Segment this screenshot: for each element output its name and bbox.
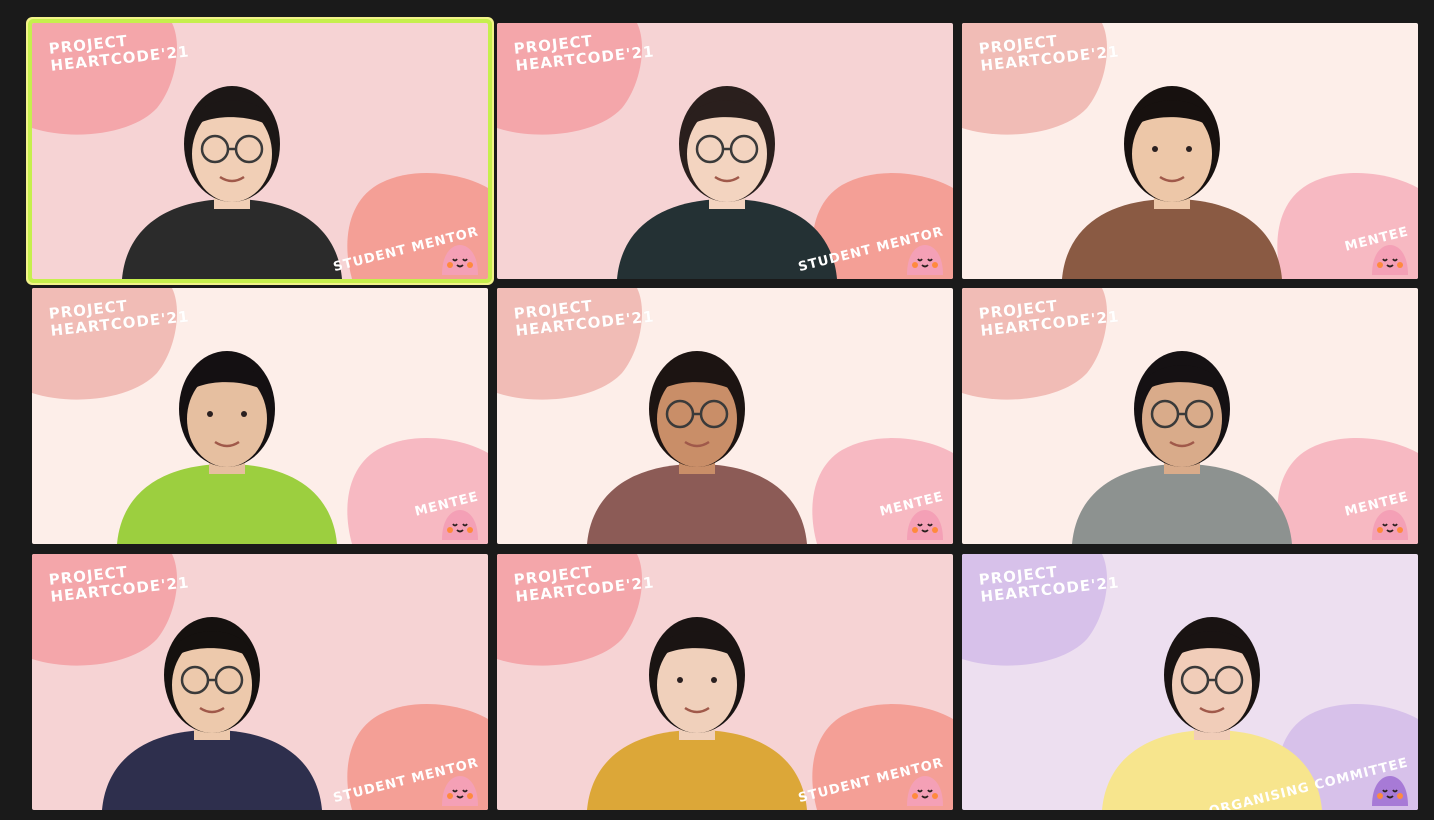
participant-tile[interactable]: PROJECT HEARTCODE'21 STUDENT MENTOR — [497, 23, 953, 279]
participant-tile[interactable]: PROJECT HEARTCODE'21 STUDENT MENTOR — [32, 23, 488, 279]
participant-video — [1102, 617, 1322, 810]
participant-video — [587, 351, 807, 544]
video-grid: PROJECT HEARTCODE'21 STUDENT MENTOR PROJECT… — [32, 23, 1418, 810]
participant-video — [122, 86, 342, 279]
participant-tile[interactable]: PROJECT HEARTCODE'21 MENTEE — [32, 288, 488, 544]
participant-video — [1072, 351, 1292, 544]
participant-tile[interactable]: PROJECT HEARTCODE'21 STUDENT MENTOR — [32, 554, 488, 810]
participant-video — [102, 617, 322, 810]
mascot-icon — [442, 776, 478, 806]
participant-tile[interactable]: PROJECT HEARTCODE'21 STUDENT MENTOR — [497, 554, 953, 810]
participant-video — [117, 351, 337, 544]
mascot-icon — [1372, 510, 1408, 540]
participant-video — [617, 86, 837, 279]
mascot-icon — [907, 776, 943, 806]
mascot-icon — [442, 245, 478, 275]
participant-video — [1062, 86, 1282, 279]
participant-tile[interactable]: PROJECT HEARTCODE'21 ORGANISING COMMITTEE — [962, 554, 1418, 810]
participant-tile[interactable]: PROJECT HEARTCODE'21 MENTEE — [962, 288, 1418, 544]
participant-tile[interactable]: PROJECT HEARTCODE'21 MENTEE — [962, 23, 1418, 279]
mascot-icon — [1372, 245, 1408, 275]
mascot-icon — [1372, 776, 1408, 806]
mascot-icon — [907, 510, 943, 540]
participant-tile[interactable]: PROJECT HEARTCODE'21 MENTEE — [497, 288, 953, 544]
mascot-icon — [907, 245, 943, 275]
participant-video — [587, 617, 807, 810]
mascot-icon — [442, 510, 478, 540]
